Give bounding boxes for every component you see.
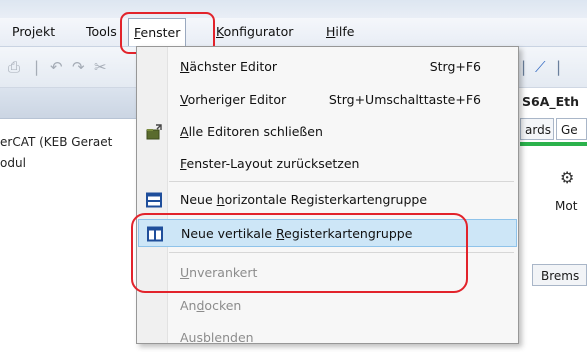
shortcut-label: Strg+Umschalttaste+F6 <box>328 92 481 107</box>
motor-icon: ⚙ <box>560 168 575 187</box>
menu-bar: Projekt Tools Fenster Konfigurator Hilfe <box>0 18 587 47</box>
menu-item-unverankert[interactable]: Unverankert <box>138 259 517 287</box>
toolbar-separator: | <box>34 58 40 76</box>
undo-icon[interactable]: ↶ <box>50 58 63 76</box>
menu-hilfe[interactable]: Hilfe <box>326 18 354 46</box>
brems-tab[interactable]: Brems <box>532 264 587 286</box>
menu-konfigurator[interactable]: Konfigurator <box>216 18 293 46</box>
horizontal-tab-group-icon <box>146 192 162 208</box>
status-bar-green <box>520 142 587 146</box>
toolbar-separator: | <box>556 58 562 76</box>
fenster-dropdown-menu: Nächster Editor Strg+F6 Vorheriger Edito… <box>136 46 519 345</box>
window-title-strip <box>0 0 587 18</box>
menu-fenster[interactable]: Fenster <box>128 18 187 46</box>
menu-item-neue-vertikale-registerkartengruppe[interactable]: Neue vertikale Registerkartengruppe <box>138 219 517 247</box>
print-icon[interactable]: ⎙ <box>8 58 20 76</box>
vertical-tab-group-icon <box>147 226 163 242</box>
shortcut-label: Strg+F6 <box>429 59 481 74</box>
editor-title: S6A_Eth <box>522 94 580 109</box>
editor-tab[interactable]: ards <box>520 118 554 140</box>
menu-item-andocken[interactable]: Andocken <box>138 292 517 320</box>
menu-item-naechster-editor[interactable]: Nächster Editor Strg+F6 <box>138 53 517 81</box>
editor-tab[interactable]: Ge <box>556 118 587 140</box>
menu-item-vorheriger-editor[interactable]: Vorheriger Editor Strg+Umschalttaste+F6 <box>138 86 517 114</box>
tree-item[interactable]: erCAT (KEB Geraet <box>0 135 112 149</box>
cut-icon[interactable]: ✂ <box>94 58 107 76</box>
menu-item-alle-editoren-schliessen[interactable]: Alle Editoren schließen <box>138 118 517 146</box>
menu-item-fenster-layout-zuruecksetzen[interactable]: Fenster-Layout zurücksetzen <box>138 150 517 178</box>
menu-tools[interactable]: Tools <box>86 18 117 46</box>
editor-pane: S6A_Eth ards Ge ⚙ Mot Brems <box>520 88 587 344</box>
redo-icon[interactable]: ↷ <box>72 58 85 76</box>
menu-item-neue-horizontale-registerkartengruppe[interactable]: Neue horizontale Registerkartengruppe <box>138 186 517 214</box>
tree-item[interactable]: odul <box>0 156 26 170</box>
menu-separator <box>169 181 514 182</box>
chart-icon[interactable]: ⟋ <box>535 58 546 76</box>
close-all-editors-icon <box>146 124 162 140</box>
menu-projekt[interactable]: Projekt <box>12 18 55 46</box>
menu-item-ausblenden[interactable]: Ausblenden <box>138 324 517 352</box>
motor-label: Mot <box>555 199 578 213</box>
menu-separator <box>169 252 514 253</box>
toolbar-separator: | <box>521 58 527 76</box>
